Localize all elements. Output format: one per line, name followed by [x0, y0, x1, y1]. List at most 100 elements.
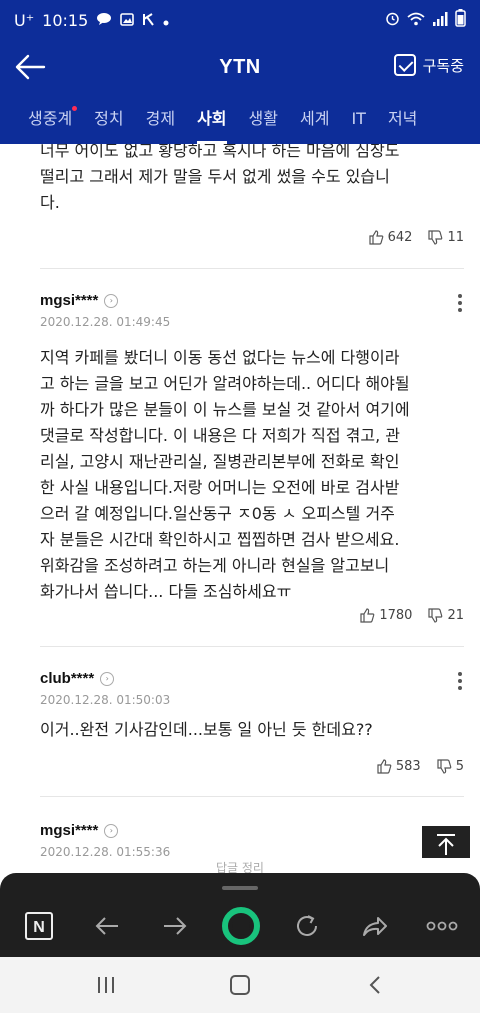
system-nav-bar [0, 957, 480, 1013]
profile-chevron-icon[interactable]: › [104, 293, 119, 308]
wifi-icon [407, 11, 425, 30]
subscribe-button[interactable]: 구독중 [393, 54, 464, 76]
more-dots-icon [426, 921, 458, 931]
refresh-button[interactable] [292, 911, 322, 941]
thumbs-down-icon [428, 608, 443, 623]
more-options-icon[interactable] [458, 672, 462, 693]
chevron-left-icon [369, 976, 380, 994]
green-dot-button[interactable] [222, 907, 260, 945]
tab-label: 생활 [248, 109, 278, 128]
naver-home-button[interactable]: N [24, 911, 54, 941]
comment-date: 2020.12.28. 01:49:45 [40, 315, 171, 329]
share-button[interactable] [360, 911, 390, 941]
more-options-icon[interactable] [458, 294, 462, 315]
tab-world[interactable]: 세계 [289, 94, 340, 144]
tab-label: 경제 [145, 109, 176, 128]
like-button[interactable]: 642 [369, 230, 412, 245]
clock: 10:15 [42, 10, 89, 30]
comment-username[interactable]: mgsi**** [40, 822, 98, 839]
thumbs-up-icon [360, 608, 375, 623]
comment-list: 너무 어이도 없고 황당하고 혹시나 하는 마음에 심장도 떨리고 그래서 제가… [0, 144, 480, 874]
gallery-notification-icon [120, 11, 135, 30]
thumbs-up-icon [377, 759, 392, 774]
comment-line: 자 분들은 시간대 확인하시고 찝찝하면 검사 받으세요. [40, 530, 400, 549]
comment-item: club**** › 2020.12.28. 01:50:03 이거..완전 기… [0, 670, 480, 743]
arrow-left-icon [95, 917, 118, 935]
browser-back-button[interactable] [92, 911, 122, 941]
home-icon [230, 975, 250, 995]
battery-icon [455, 9, 466, 31]
comment-line: 위화감을 조성하려고 하는게 아니라 현실을 알고보니 [40, 556, 390, 575]
divider [40, 796, 464, 797]
home-button[interactable] [228, 974, 252, 996]
comment-date: 2020.12.28. 01:55:36 [40, 845, 171, 859]
profile-chevron-icon[interactable]: › [104, 823, 119, 838]
vote-bar: 583 5 [377, 759, 464, 774]
browser-forward-button[interactable] [160, 911, 190, 941]
app-header: YTN 구독중 [0, 40, 480, 94]
naver-n-icon: N [25, 912, 53, 940]
like-count: 583 [395, 759, 421, 774]
divider [40, 268, 464, 269]
more-notifications-icon [163, 11, 169, 30]
status-bar: U⁺ 10:15 [0, 0, 480, 40]
tab-politics[interactable]: 정치 [83, 94, 134, 144]
comment-line: 이거..완전 기사감인데...보통 일 아닌 듯 한데요?? [40, 720, 373, 739]
thumbs-down-icon [428, 230, 443, 245]
comment-line: 댓글로 작성합니다. 이 내용은 다 저희가 직접 겪고, 관 [40, 426, 400, 445]
thumbs-up-icon [369, 230, 383, 245]
vote-bar: 1780 21 [360, 608, 464, 623]
category-tabs: 생중계 정치 경제 사회 생활 세계 IT 저녁 [0, 94, 480, 144]
svg-text:N: N [33, 919, 45, 936]
comment-line: 지역 카페를 봤더니 이동 동선 없다는 뉴스에 다행이라 [40, 348, 400, 367]
dislike-count: 11 [447, 230, 464, 245]
recent-apps-button[interactable] [94, 974, 118, 996]
comment-body: 너무 어이도 없고 황당하고 혹시나 하는 마음에 심장도 떨리고 그래서 제가… [40, 144, 440, 216]
tab-label: 저녁 [387, 109, 418, 128]
new-dot [72, 106, 78, 111]
carrier-label: U⁺ [14, 10, 35, 30]
tab-society[interactable]: 사회 [186, 94, 237, 144]
green-dot-icon [222, 907, 260, 945]
drag-handle[interactable] [222, 886, 258, 890]
tab-label: IT [351, 109, 366, 128]
profile-chevron-icon[interactable]: › [100, 671, 115, 686]
subscribe-label: 구독중 [422, 56, 464, 75]
dislike-count: 21 [447, 608, 464, 623]
chat-notification-icon [96, 11, 112, 30]
comment-line: 너무 어이도 없고 황당하고 혹시나 하는 마음에 심장도 [40, 144, 400, 160]
tab-label: 정치 [94, 109, 124, 128]
tab-economy[interactable]: 경제 [135, 94, 186, 144]
tab-label: 생중계 [28, 109, 73, 128]
comment-item: mgsi**** › 2020.12.28. 01:49:45 지역 카페를 봤… [0, 292, 480, 605]
like-count: 1780 [379, 608, 413, 623]
comment-line: 떨리고 그래서 제가 말을 두서 없게 썼을 수도 있습니 [40, 167, 390, 186]
tab-evening[interactable]: 저녁 [377, 94, 428, 144]
tab-live[interactable]: 생중계 [0, 94, 83, 144]
system-back-button[interactable] [364, 974, 388, 996]
like-button[interactable]: 583 [377, 759, 421, 774]
refresh-icon [297, 915, 317, 936]
checkbox-icon [393, 54, 416, 76]
app-notification-icon [142, 11, 155, 30]
tab-label: 세계 [299, 109, 330, 128]
thumbs-down-icon [437, 759, 452, 774]
tab-it[interactable]: IT [340, 94, 377, 144]
comment-date: 2020.12.28. 01:50:03 [40, 693, 171, 707]
dislike-button[interactable]: 5 [437, 759, 464, 774]
arrow-right-icon [164, 917, 187, 935]
comment-line: 한 사실 내용입니다.저랑 어머니는 오전에 바로 검사받 [40, 478, 400, 497]
dislike-button[interactable]: 21 [428, 608, 464, 623]
share-arrow-icon [363, 917, 387, 936]
comment-body: 이거..완전 기사감인데...보통 일 아닌 듯 한데요?? [40, 717, 440, 743]
arrow-up-icon [437, 834, 455, 855]
comment-username[interactable]: club**** [40, 670, 94, 687]
like-button[interactable]: 1780 [360, 608, 412, 623]
dislike-button[interactable]: 11 [428, 230, 464, 245]
more-menu-button[interactable] [424, 911, 460, 941]
comment-line: 화가나서 씁니다... 다들 조심하세요ㅠ [40, 582, 292, 601]
comment-username[interactable]: mgsi**** [40, 292, 98, 309]
tab-life[interactable]: 생활 [238, 94, 289, 144]
signal-icon [432, 11, 448, 30]
divider [40, 646, 464, 647]
